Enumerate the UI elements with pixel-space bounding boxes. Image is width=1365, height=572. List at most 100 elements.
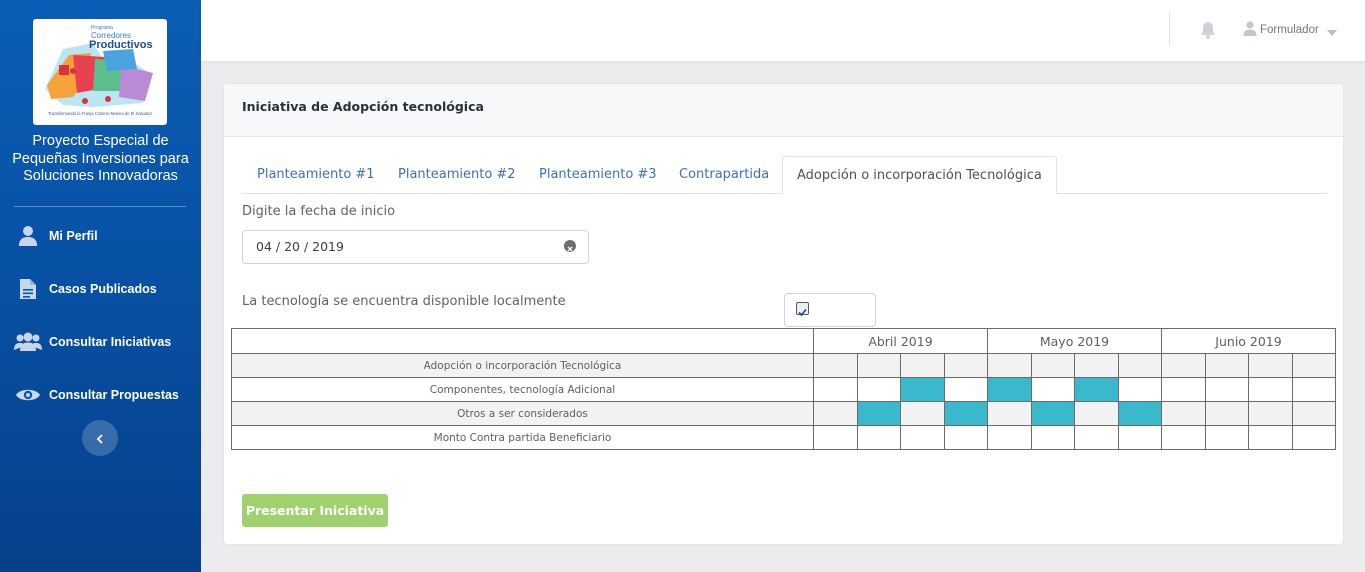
schedule-row-label: Otros a ser considerados [231, 401, 814, 426]
schedule-cell[interactable] [1248, 353, 1293, 378]
tab-contrapartida[interactable]: Contrapartida [679, 156, 769, 194]
schedule-cell[interactable] [1161, 377, 1206, 402]
topbar: Formulador [201, 0, 1365, 61]
tab-bar: Planteamiento #1 Planteamiento #2 Plante… [242, 156, 1327, 194]
schedule-cell[interactable] [1205, 353, 1249, 378]
schedule-cell[interactable] [813, 377, 858, 402]
schedule-cell[interactable] [813, 353, 858, 378]
schedule-cell[interactable] [1292, 353, 1336, 378]
eye-icon [14, 382, 42, 408]
sidebar-item-consultar-iniciativas[interactable]: Consultar Iniciativas [0, 324, 201, 360]
schedule-cell[interactable] [1118, 377, 1162, 402]
schedule-cell[interactable] [1292, 377, 1336, 402]
page-title: Iniciativa de Adopción tecnológica [242, 99, 484, 114]
clear-date-button[interactable] [564, 240, 576, 252]
schedule-cell[interactable] [1031, 353, 1075, 378]
schedule-cell[interactable] [1205, 377, 1249, 402]
schedule-cell[interactable] [813, 425, 858, 450]
sidebar-item-label: Mi Perfil [49, 229, 98, 243]
sidebar-divider [14, 206, 186, 207]
schedule-cell[interactable] [1292, 401, 1336, 426]
schedule-row: Monto Contra partida Beneficiario [231, 425, 1336, 450]
tab-planteamiento-2[interactable]: Planteamiento #2 [398, 156, 516, 194]
schedule-row: Otros a ser considerados [231, 401, 1336, 426]
schedule-cell[interactable] [1161, 353, 1206, 378]
sidebar-collapse-button[interactable] [82, 420, 118, 456]
schedule-row: Componentes, tecnología Adicional [231, 377, 1336, 402]
tab-planteamiento-3[interactable]: Planteamiento #3 [539, 156, 657, 194]
schedule-cell-active[interactable] [987, 377, 1032, 402]
tab-planteamiento-1[interactable]: Planteamiento #1 [257, 156, 375, 194]
document-icon [14, 276, 42, 302]
schedule-cell-active[interactable] [1074, 377, 1119, 402]
schedule-cell[interactable] [1161, 425, 1206, 450]
schedule-row-label: Adopción o incorporación Tecnológica [231, 353, 814, 378]
schedule-cell[interactable] [1161, 401, 1206, 426]
schedule-cell-active[interactable] [1118, 401, 1162, 426]
topbar-divider [1169, 12, 1170, 46]
schedule-cell[interactable] [987, 353, 1032, 378]
user-icon [1243, 20, 1257, 40]
availability-checkbox-field[interactable] [784, 293, 876, 327]
bell-icon[interactable] [1200, 21, 1216, 39]
schedule-cell[interactable] [1074, 401, 1119, 426]
date-label: Digite la fecha de inicio [242, 204, 396, 219]
schedule-cell[interactable] [857, 377, 901, 402]
program-logo: Programa Corredores Productivos Transfor… [33, 19, 167, 125]
schedule-cell-active[interactable] [944, 401, 988, 426]
sidebar-item-casos-publicados[interactable]: Casos Publicados [0, 271, 201, 307]
schedule-cell[interactable] [1074, 425, 1119, 450]
schedule-cell[interactable] [857, 425, 901, 450]
schedule-cell-active[interactable] [857, 401, 901, 426]
schedule-cell-active[interactable] [900, 377, 945, 402]
user-icon [14, 223, 42, 249]
sidebar-item-label: Consultar Propuestas [49, 388, 179, 402]
schedule-cell[interactable] [900, 401, 945, 426]
schedule-table: Abril 2019 Mayo 2019 Junio 2019 Adopción o … [231, 328, 1336, 450]
schedule-cell[interactable] [1248, 401, 1293, 426]
schedule-cell[interactable] [1074, 353, 1119, 378]
user-name: Formulador [1260, 24, 1319, 36]
schedule-cell[interactable] [1248, 425, 1293, 450]
sidebar-item-label: Consultar Iniciativas [49, 335, 172, 349]
checkmark-icon [798, 308, 807, 317]
sidebar-item-mi-perfil[interactable]: Mi Perfil [0, 218, 201, 254]
sidebar: Programa Corredores Productivos Transfor… [0, 0, 201, 572]
schedule-cell[interactable] [1205, 425, 1249, 450]
availability-checkbox[interactable] [796, 302, 809, 317]
start-date-input[interactable]: 04 / 20 / 2019 [242, 230, 589, 264]
submit-initiative-button[interactable]: Presentar Iniciativa [242, 494, 388, 527]
schedule-cell[interactable] [900, 425, 945, 450]
availability-label: La tecnología se encuentra disponible lo… [242, 294, 566, 309]
schedule-cell[interactable] [1031, 425, 1075, 450]
schedule-cell[interactable] [900, 353, 945, 378]
caret-down-icon [1326, 21, 1337, 40]
card-header: Iniciativa de Adopción tecnológica [224, 84, 1343, 137]
schedule-cell[interactable] [1205, 401, 1249, 426]
schedule-cell[interactable] [944, 377, 988, 402]
schedule-cell[interactable] [1118, 353, 1162, 378]
project-title: Proyecto Especial de Pequeñas Inversione… [12, 133, 189, 184]
schedule-cell[interactable] [1248, 377, 1293, 402]
schedule-cell[interactable] [944, 425, 988, 450]
schedule-cell[interactable] [1118, 425, 1162, 450]
users-icon [14, 329, 42, 355]
schedule-row: Adopción o incorporación Tecnológica [231, 353, 1336, 378]
schedule-header-row: Abril 2019 Mayo 2019 Junio 2019 [231, 328, 1336, 354]
schedule-cell[interactable] [857, 353, 901, 378]
chevron-left-icon [95, 429, 105, 448]
schedule-cell[interactable] [1292, 425, 1336, 450]
schedule-cell[interactable] [987, 425, 1032, 450]
schedule-cell[interactable] [944, 353, 988, 378]
schedule-header-blank [231, 328, 814, 354]
schedule-cell[interactable] [1031, 377, 1075, 402]
close-icon [567, 237, 573, 256]
tab-adopcion-tecnologica[interactable]: Adopción o incorporación Tecnológica [782, 156, 1057, 194]
schedule-cell-active[interactable] [1031, 401, 1075, 426]
user-menu[interactable]: Formulador [1243, 20, 1337, 40]
schedule-row-label: Componentes, tecnología Adicional [231, 377, 814, 402]
sidebar-item-consultar-propuestas[interactable]: Consultar Propuestas [0, 377, 201, 413]
logo-name-line2: Productivos [89, 39, 153, 51]
schedule-cell[interactable] [813, 401, 858, 426]
schedule-cell[interactable] [987, 401, 1032, 426]
